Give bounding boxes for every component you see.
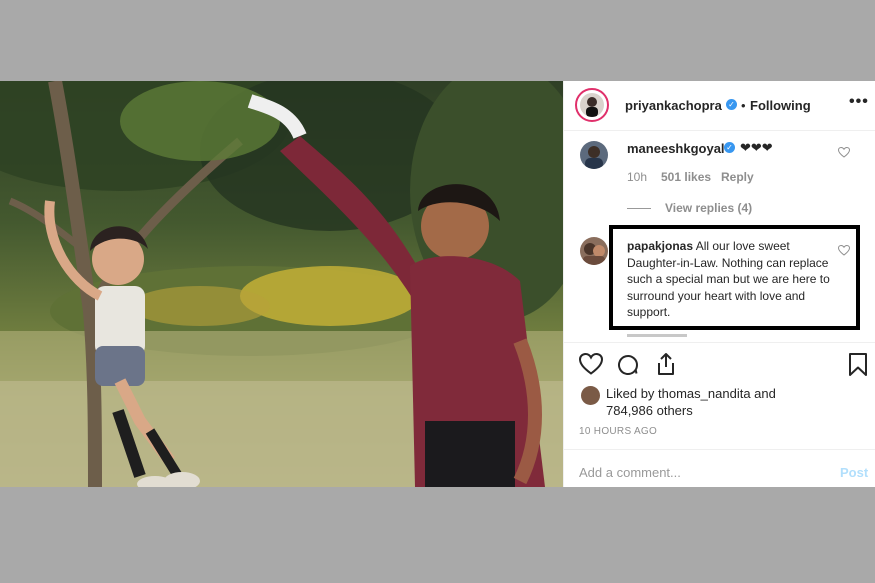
comment-time: 10h: [627, 170, 648, 184]
comment-reply-button[interactable]: Reply: [721, 170, 754, 184]
commenter-avatar-image: [585, 146, 603, 169]
view-replies-divider: [627, 208, 651, 209]
clipped-comment-meta: [627, 331, 817, 337]
comment-heart-icon[interactable]: [838, 147, 850, 158]
verified-icon: ✓: [726, 99, 737, 110]
photo-illustration: [0, 81, 563, 487]
post-photo[interactable]: [0, 81, 563, 487]
comment-username[interactable]: maneeshkgoyal: [627, 141, 725, 156]
liked-by-text[interactable]: Liked by thomas_nandita and: [606, 386, 776, 401]
owner-avatar[interactable]: [575, 88, 609, 122]
more-options-icon[interactable]: •••: [849, 93, 869, 111]
post-comment-button[interactable]: Post: [840, 465, 868, 480]
view-replies-button[interactable]: View replies (4): [665, 201, 752, 215]
post-header: priyankachopra ✓ • Following •••: [564, 81, 875, 131]
save-icon[interactable]: [848, 353, 868, 377]
owner-username[interactable]: priyankachopra: [625, 98, 722, 113]
comment-likes[interactable]: 501 likes: [661, 170, 711, 184]
commenter-avatar[interactable]: [580, 141, 608, 169]
commenter-avatar-image: [583, 243, 605, 265]
actions-divider: [564, 342, 875, 343]
comment-icon[interactable]: [616, 353, 640, 377]
add-comment-input[interactable]: [579, 462, 819, 482]
post-timestamp: 10 HOURS AGO: [579, 426, 658, 437]
comment-box-divider: [564, 449, 875, 450]
verified-icon: ✓: [724, 142, 735, 153]
heart-icon[interactable]: [579, 353, 603, 375]
commenter-avatar[interactable]: [580, 237, 608, 265]
following-button[interactable]: Following: [750, 98, 811, 113]
share-icon[interactable]: [654, 352, 678, 376]
like-count[interactable]: 784,986 others: [606, 403, 693, 418]
comment-text: ❤❤❤: [740, 140, 773, 155]
highlight-box: [609, 225, 860, 330]
liker-avatar[interactable]: [581, 386, 600, 405]
follow-separator: •: [741, 98, 746, 113]
owner-avatar-image: [586, 97, 598, 117]
